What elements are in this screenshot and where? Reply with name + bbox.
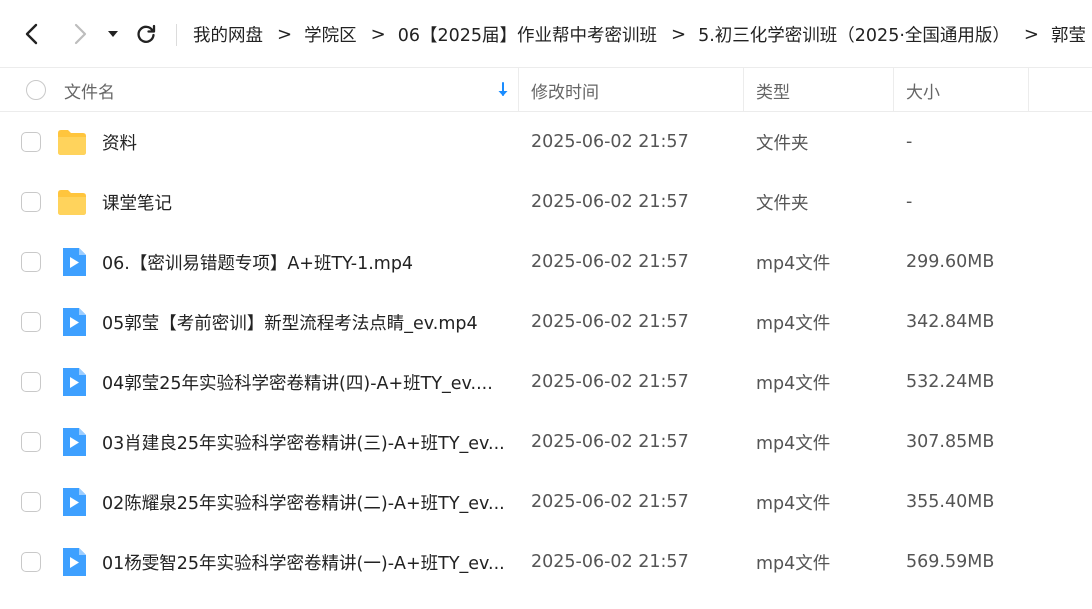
sort-arrow-down-icon: [498, 82, 508, 96]
refresh-button[interactable]: [130, 18, 162, 50]
file-row[interactable]: 课堂笔记 2025-06-02 21:57 文件夹 -: [0, 172, 1092, 232]
file-name[interactable]: 04郭莹25年实验科学密卷精讲(四)-A+班TY_ev....: [102, 352, 512, 412]
refresh-icon: [137, 24, 156, 43]
column-header-name[interactable]: 文件名: [64, 68, 115, 112]
file-modified-time: 2025-06-02 21:57: [531, 252, 689, 272]
file-size: 569.59MB: [906, 552, 995, 572]
file-type: mp4文件: [756, 493, 831, 514]
column-divider: [1028, 68, 1029, 112]
select-all-checkbox[interactable]: [26, 80, 46, 100]
breadcrumb-item-academy[interactable]: 学院区: [304, 22, 357, 47]
row-checkbox-wrap: [21, 172, 41, 232]
row-checkbox[interactable]: [21, 132, 41, 152]
file-name[interactable]: 03肖建良25年实验科学密卷精讲(三)-A+班TY_ev...: [102, 412, 512, 472]
row-checkbox-wrap: [21, 112, 41, 172]
file-modified-time: 2025-06-02 21:57: [531, 552, 689, 572]
column-header-modified[interactable]: 修改时间: [531, 68, 599, 112]
file-size: 299.60MB: [906, 252, 995, 272]
file-list-header: 文件名 修改时间 类型 大小: [0, 67, 1092, 112]
arrow-right-icon: [74, 23, 87, 45]
column-divider: [893, 68, 894, 112]
row-checkbox[interactable]: [21, 432, 41, 452]
file-type: mp4文件: [756, 373, 831, 394]
breadcrumb-item-my-drive[interactable]: 我的网盘: [193, 22, 263, 47]
row-checkbox[interactable]: [21, 492, 41, 512]
file-type: mp4文件: [756, 553, 831, 574]
file-type: mp4文件: [756, 253, 831, 274]
file-type: 文件夹: [756, 133, 809, 154]
file-name[interactable]: 资料: [102, 112, 512, 172]
file-row[interactable]: 资料 2025-06-02 21:57 文件夹 -: [0, 112, 1092, 172]
row-checkbox-wrap: [21, 292, 41, 352]
file-row[interactable]: 01杨雯智25年实验科学密卷精讲(一)-A+班TY_ev... 2025-06-0…: [0, 532, 1092, 592]
file-row[interactable]: 05郭莹【考前密训】新型流程考法点睛_ev.mp4 2025-06-02 21:5…: [0, 292, 1092, 352]
row-checkbox-wrap: [21, 232, 41, 292]
video-file-icon: [59, 248, 89, 276]
history-dropdown-button[interactable]: [98, 18, 128, 50]
file-modified-time: 2025-06-02 21:57: [531, 432, 689, 452]
column-divider: [518, 68, 519, 112]
row-checkbox[interactable]: [21, 192, 41, 212]
row-checkbox[interactable]: [21, 372, 41, 392]
caret-down-icon: [108, 31, 118, 37]
file-modified-time: 2025-06-02 21:57: [531, 492, 689, 512]
forward-button[interactable]: [64, 18, 96, 50]
file-size: 307.85MB: [906, 432, 995, 452]
breadcrumb-item-current[interactable]: 郭莹: [1051, 22, 1086, 47]
back-button[interactable]: [16, 18, 48, 50]
column-header-type[interactable]: 类型: [756, 68, 790, 112]
chevron-right-icon: >: [277, 24, 293, 45]
row-checkbox-wrap: [21, 532, 41, 592]
file-size: -: [906, 132, 913, 152]
file-size: 355.40MB: [906, 492, 995, 512]
video-file-icon: [59, 368, 89, 396]
file-name[interactable]: 02陈耀泉25年实验科学密卷精讲(二)-A+班TY_ev...: [102, 472, 512, 532]
file-type: mp4文件: [756, 313, 831, 334]
video-file-icon: [59, 488, 89, 516]
file-size: -: [906, 192, 913, 212]
file-type: mp4文件: [756, 433, 831, 454]
navigation-bar: 我的网盘 > 学院区 > 06【2025届】作业帮中考密训班 > 5.初三化学密…: [0, 0, 1092, 67]
row-checkbox[interactable]: [21, 552, 41, 572]
column-divider: [743, 68, 744, 112]
breadcrumb-item-course[interactable]: 06【2025届】作业帮中考密训班: [398, 22, 657, 47]
row-checkbox[interactable]: [21, 312, 41, 332]
file-name[interactable]: 01杨雯智25年实验科学密卷精讲(一)-A+班TY_ev...: [102, 532, 512, 592]
file-type: 文件夹: [756, 193, 809, 214]
row-checkbox-wrap: [21, 472, 41, 532]
file-size: 532.24MB: [906, 372, 995, 392]
row-checkbox-wrap: [21, 412, 41, 472]
file-name[interactable]: 课堂笔记: [102, 172, 512, 232]
select-all-checkbox-wrap: [26, 68, 46, 112]
video-file-icon: [59, 308, 89, 336]
arrow-left-icon: [25, 23, 38, 45]
row-checkbox[interactable]: [21, 252, 41, 272]
row-checkbox-wrap: [21, 352, 41, 412]
chevron-right-icon: >: [671, 24, 687, 45]
file-modified-time: 2025-06-02 21:57: [531, 372, 689, 392]
file-row[interactable]: 04郭莹25年实验科学密卷精讲(四)-A+班TY_ev.... 2025-06-0…: [0, 352, 1092, 412]
file-modified-time: 2025-06-02 21:57: [531, 192, 689, 212]
file-row[interactable]: 06.【密训易错题专项】A+班TY-1.mp4 2025-06-02 21:57 m…: [0, 232, 1092, 292]
breadcrumb-item-chemistry-class[interactable]: 5.初三化学密训班（2025·全国通用版）: [698, 22, 1010, 47]
chevron-right-icon: >: [1023, 24, 1039, 45]
column-header-size[interactable]: 大小: [906, 68, 940, 112]
file-name[interactable]: 06.【密训易错题专项】A+班TY-1.mp4: [102, 232, 512, 292]
file-row[interactable]: 02陈耀泉25年实验科学密卷精讲(二)-A+班TY_ev... 2025-06-0…: [0, 472, 1092, 532]
chevron-right-icon: >: [370, 24, 386, 45]
sort-descending-icon[interactable]: [497, 68, 509, 112]
file-size: 342.84MB: [906, 312, 995, 332]
file-row[interactable]: 03肖建良25年实验科学密卷精讲(三)-A+班TY_ev... 2025-06-0…: [0, 412, 1092, 472]
folder-icon: [57, 188, 87, 216]
file-modified-time: 2025-06-02 21:57: [531, 132, 689, 152]
video-file-icon: [59, 548, 89, 576]
video-file-icon: [59, 428, 89, 456]
file-name[interactable]: 05郭莹【考前密训】新型流程考法点睛_ev.mp4: [102, 292, 512, 352]
folder-icon: [57, 128, 87, 156]
breadcrumb: 我的网盘 > 学院区 > 06【2025届】作业帮中考密训班 > 5.初三化学密…: [193, 22, 1086, 47]
toolbar-divider: [176, 24, 177, 46]
file-modified-time: 2025-06-02 21:57: [531, 312, 689, 332]
